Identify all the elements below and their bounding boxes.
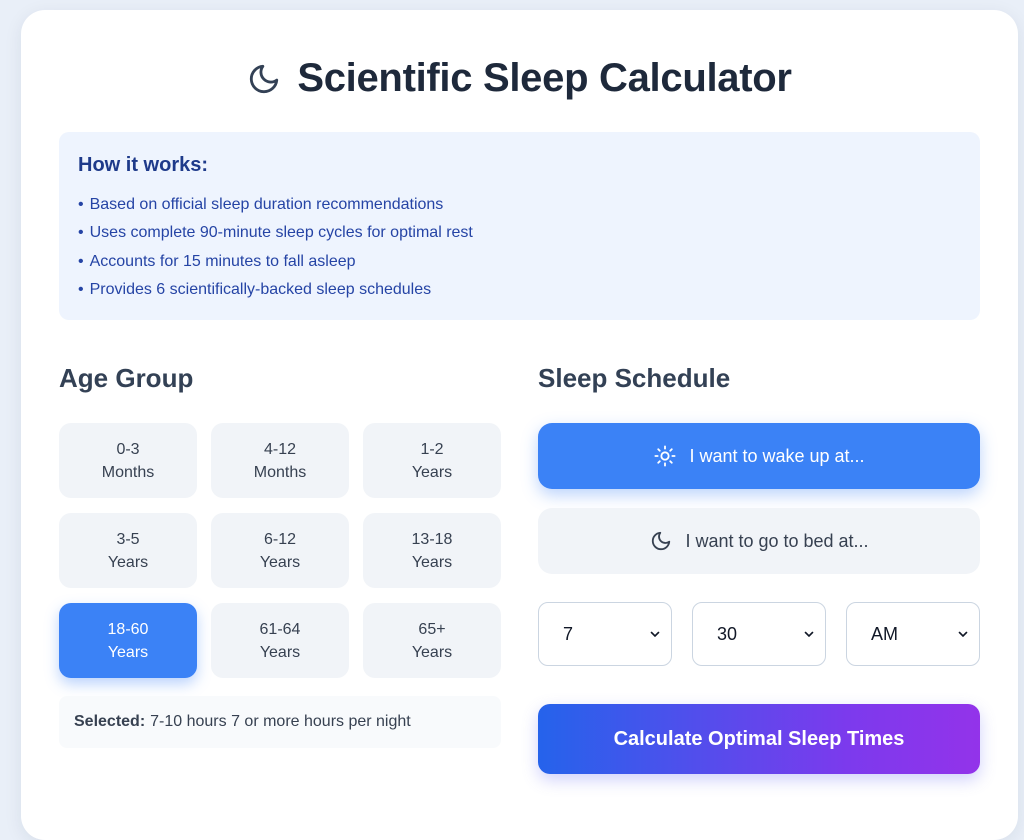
am-pm-select[interactable]: AM (846, 602, 980, 666)
age-option-range: 6-12 (263, 530, 297, 548)
page-title: Scientific Sleep Calculator (297, 56, 792, 100)
age-option-4-12-months[interactable]: 4-12 Months (211, 423, 349, 498)
moon-icon (649, 529, 673, 553)
sun-icon (653, 444, 677, 468)
age-option-18-60-years[interactable]: 18-60 Years (59, 603, 197, 678)
age-option-range: 18-60 (107, 620, 149, 638)
minute-value: 30 (717, 623, 738, 644)
age-option-unit: Years (411, 553, 453, 571)
age-option-unit: Years (411, 463, 453, 481)
moon-icon (247, 62, 281, 96)
age-option-range: 65+ (418, 620, 446, 638)
selected-value: 7-10 hours 7 or more hours per night (150, 713, 411, 730)
age-option-unit: Years (107, 553, 149, 571)
age-option-1-2-years[interactable]: 1-2 Years (363, 423, 501, 498)
selected-age-summary: Selected: 7-10 hours 7 or more hours per… (59, 696, 501, 748)
age-option-unit: Years (411, 643, 453, 661)
hour-value: 7 (563, 623, 574, 644)
age-option-range: 61-64 (259, 620, 301, 638)
calculate-button[interactable]: Calculate Optimal Sleep Times (538, 704, 980, 774)
age-option-unit: Years (259, 553, 301, 571)
wake-up-mode-button[interactable]: I want to wake up at... (538, 423, 980, 489)
sleep-schedule-title: Sleep Schedule (538, 363, 731, 393)
age-option-range: 3-5 (116, 530, 140, 548)
info-item: Based on official sleep duration recomme… (78, 191, 961, 219)
header: Scientific Sleep Calculator (21, 56, 1018, 101)
calculator-card: Scientific Sleep Calculator How it works… (21, 10, 1018, 840)
age-option-6-12-years[interactable]: 6-12 Years (211, 513, 349, 588)
age-option-13-18-years[interactable]: 13-18 Years (363, 513, 501, 588)
calculate-button-label: Calculate Optimal Sleep Times (613, 727, 905, 750)
age-group-title: Age Group (59, 363, 194, 393)
age-option-3-5-years[interactable]: 3-5 Years (59, 513, 197, 588)
chevron-down-icon (650, 631, 660, 637)
age-option-0-3-months[interactable]: 0-3 Months (59, 423, 197, 498)
age-option-range: 13-18 (411, 530, 453, 548)
age-option-unit: Years (107, 643, 149, 661)
age-group-grid: 0-3 Months 4-12 Months 1-2 Years 3-5 Yea… (59, 423, 501, 678)
age-option-range: 1-2 (420, 440, 444, 458)
info-item: Uses complete 90-minute sleep cycles for… (78, 219, 961, 247)
age-option-unit: Months (253, 463, 307, 481)
am-pm-value: AM (871, 623, 898, 644)
age-option-range: 4-12 (263, 440, 297, 458)
selected-label: Selected: (74, 713, 146, 730)
how-it-works-title: How it works: (78, 154, 209, 176)
wake-up-mode-label: I want to wake up at... (689, 445, 865, 466)
age-option-61-64-years[interactable]: 61-64 Years (211, 603, 349, 678)
age-option-unit: Months (101, 463, 155, 481)
age-option-range: 0-3 (116, 440, 140, 458)
how-it-works-list: Based on official sleep duration recomme… (78, 191, 961, 304)
hour-select[interactable]: 7 (538, 602, 672, 666)
chevron-down-icon (804, 631, 814, 637)
info-item: Provides 6 scientifically-backed sleep s… (78, 276, 961, 304)
chevron-down-icon (958, 631, 968, 637)
bedtime-mode-label: I want to go to bed at... (685, 530, 869, 551)
info-item: Accounts for 15 minutes to fall asleep (78, 248, 961, 276)
age-option-unit: Years (259, 643, 301, 661)
minute-select[interactable]: 30 (692, 602, 826, 666)
age-option-65-plus-years[interactable]: 65+ Years (363, 603, 501, 678)
how-it-works-panel: How it works: Based on official sleep du… (59, 132, 980, 320)
bedtime-mode-button[interactable]: I want to go to bed at... (538, 508, 980, 574)
